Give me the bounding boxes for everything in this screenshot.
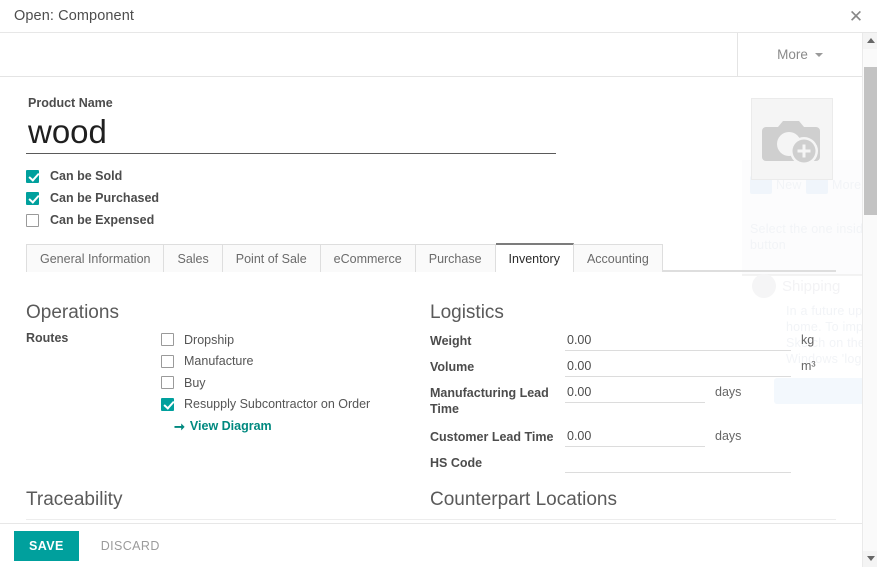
tab-sales[interactable]: Sales [164,244,223,272]
chevron-down-icon [814,52,823,57]
discard-button[interactable]: DISCARD [95,538,166,554]
buy-label: Buy [184,375,206,390]
field-row-volume: Volume m³ [430,356,830,377]
checkbox-row-can-be-expensed[interactable]: Can be Expensed [26,211,154,229]
can-be-expensed-label: Can be Expensed [50,213,155,227]
can-be-purchased-label: Can be Purchased [50,191,160,205]
tab-inventory[interactable]: Inventory [495,243,574,273]
can-be-sold-label: Can be Sold [50,169,123,183]
more-button-label: More [777,47,808,62]
route-row-resupply-subcontractor[interactable]: Resupply Subcontractor on Order [161,394,370,416]
manufacturing-lead-time-unit: days [715,385,742,399]
form-sheet: Product Name Can be Sold Can be Purchase… [0,78,862,530]
tab-accounting[interactable]: Accounting [573,244,663,272]
buy-checkbox[interactable] [161,376,174,390]
modal-header: Open: Component ✕ [0,0,877,33]
volume-unit: m³ [801,359,816,373]
product-name-input[interactable] [26,114,556,154]
save-button[interactable]: SAVE [14,530,79,561]
modal-dialog: New More Select the one inside the butto… [0,0,877,567]
tab-purchase[interactable]: Purchase [415,244,496,272]
checkbox-row-can-be-purchased[interactable]: Can be Purchased [26,189,159,207]
route-row-manufacture[interactable]: Manufacture [161,351,370,373]
volume-label: Volume [430,360,475,374]
field-row-manufacturing-lead-time: Manufacturing Lead Time days [430,382,830,417]
manufacturing-lead-time-label: Manufacturing Lead Time [430,386,549,416]
weight-label: Weight [430,334,472,348]
field-row-hs-code: HS Code [430,452,830,473]
scroll-down-arrow-icon[interactable] [863,551,877,567]
scroll-up-arrow-icon[interactable] [863,33,877,49]
product-name-label: Product Name [28,96,113,110]
can-be-sold-checkbox[interactable] [26,169,39,183]
manufacturing-lead-time-input[interactable] [565,382,705,403]
weight-unit: kg [801,333,815,347]
can-be-expensed-checkbox[interactable] [26,213,39,227]
modal-title: Open: Component [14,8,134,24]
hs-code-label: HS Code [430,456,483,470]
volume-input[interactable] [565,356,791,377]
vertical-scrollbar[interactable] [862,33,877,567]
route-row-dropship[interactable]: Dropship [161,329,370,351]
view-diagram-label: View Diagram [189,419,272,433]
close-icon[interactable]: ✕ [845,6,867,28]
tab-general-information[interactable]: General Information [26,244,165,272]
customer-lead-time-input[interactable] [565,426,705,447]
more-dropdown-button[interactable]: More [737,33,862,76]
product-image-upload[interactable] [751,98,833,180]
dropship-label: Dropship [184,332,235,347]
arrow-right-icon: ➞ [174,418,185,434]
field-row-customer-lead-time: Customer Lead Time days [430,426,830,447]
operations-section-title: Operations [26,302,119,323]
routes-label: Routes [26,331,69,345]
traceability-section-title: Traceability [26,489,123,510]
weight-input[interactable] [565,330,791,351]
scrollbar-thumb[interactable] [864,67,877,215]
modal-footer: SAVE DISCARD [0,523,862,567]
routes-checkbox-group: Dropship Manufacture Buy Resupply Subcon… [161,329,370,436]
route-row-buy[interactable]: Buy [161,372,370,394]
customer-lead-time-label: Customer Lead Time [430,430,554,444]
control-panel: More [0,33,862,77]
can-be-purchased-checkbox[interactable] [26,191,39,205]
logistics-fields: Weight kg Volume m³ Manufacturing Lead T… [430,330,830,478]
manufacture-label: Manufacture [184,354,254,369]
resupply-subcontractor-checkbox[interactable] [161,397,174,411]
counterpart-locations-section-title: Counterpart Locations [430,489,617,510]
view-diagram-link[interactable]: ➞ View Diagram [174,419,272,433]
tab-ecommerce[interactable]: eCommerce [320,244,416,272]
customer-lead-time-unit: days [715,429,742,443]
notebook-tabs: General Information Sales Point of Sale … [26,243,836,273]
tab-point-of-sale[interactable]: Point of Sale [222,244,321,272]
logistics-section-title: Logistics [430,302,504,323]
camera-add-photo-icon [762,121,820,165]
checkbox-row-can-be-sold[interactable]: Can be Sold [26,167,122,185]
resupply-subcontractor-label: Resupply Subcontractor on Order [184,397,371,412]
manufacture-checkbox[interactable] [161,354,174,368]
field-row-weight: Weight kg [430,330,830,351]
dropship-checkbox[interactable] [161,333,174,347]
tabs-filler [662,244,836,271]
hs-code-input[interactable] [565,452,791,473]
section-divider [26,519,836,520]
